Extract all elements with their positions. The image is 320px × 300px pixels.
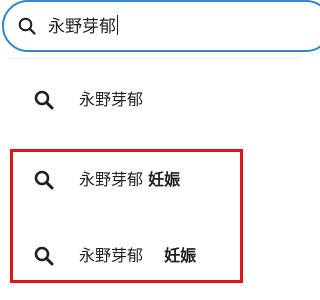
highlight-box bbox=[10, 149, 243, 283]
search-page: 永野芽郁 永野芽郁 永野芽郁 妊娠 永野芽郁 妊娠 bbox=[0, 0, 320, 300]
suggestion-item[interactable]: 永野芽郁 bbox=[0, 76, 300, 124]
search-icon bbox=[18, 17, 36, 35]
search-icon bbox=[34, 90, 54, 110]
dropdown-divider bbox=[8, 58, 300, 59]
text-caret bbox=[117, 15, 118, 35]
search-input[interactable]: 永野芽郁 bbox=[48, 15, 118, 38]
search-bar[interactable]: 永野芽郁 bbox=[2, 0, 320, 52]
suggestion-text: 永野芽郁 bbox=[79, 90, 144, 109]
search-query-text: 永野芽郁 bbox=[48, 17, 116, 37]
